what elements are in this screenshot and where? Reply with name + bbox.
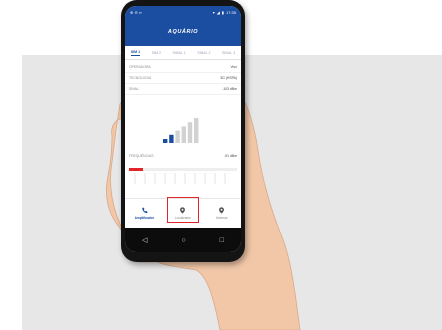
back-icon[interactable]: ◁ [142, 237, 147, 244]
row-label: TECNOLOGIA [129, 76, 152, 80]
status-time: 17:35 [225, 9, 236, 15]
row-value: -103 dBm [222, 87, 237, 91]
signal-bar [175, 130, 180, 143]
tab-sinal-1[interactable]: SINAL 1 [172, 51, 185, 55]
info-row-operator: OPERADORA Vivo [125, 62, 241, 73]
row-label: SINAL [129, 87, 139, 91]
spectrum-track [129, 168, 237, 171]
tab-sinal-3[interactable]: SINAL 3 [222, 51, 235, 55]
row-value: 3G (HSPA) [220, 76, 237, 80]
status-left-icons: ⊕ ⊖ ∞ [130, 9, 142, 15]
status-bar: ⊕ ⊖ ∞ ▾ ◢ ▮ 17:35 [125, 6, 241, 18]
status-right: ▾ ◢ ▮ 17:35 [213, 10, 236, 15]
home-icon[interactable]: ○ [181, 237, 185, 244]
nav-label: Amplificador [134, 216, 155, 220]
app-logo: AQUÁRIO [167, 29, 199, 35]
signal-icon: ◢ [216, 9, 220, 15]
signal-bar [194, 118, 199, 143]
spectrum-marker [129, 168, 143, 171]
tab-sim-2[interactable]: SIM 2 [152, 51, 161, 55]
signal-bar [187, 122, 193, 143]
tab-bar: SIM 1 SIM 2 SINAL 1 SINAL 2 SINAL 3 [125, 46, 241, 60]
highlight-box [167, 197, 199, 223]
recents-icon[interactable]: □ [220, 237, 224, 244]
nav-amplificador[interactable]: Amplificador [127, 207, 161, 220]
system-navigation-bar: ◁ ○ □ [125, 228, 241, 252]
spectrum-ticks [134, 173, 226, 184]
row-label: FREQUÊNCIAS [129, 153, 154, 158]
info-row-technology: TECNOLOGIA 3G (HSPA) [125, 73, 241, 84]
info-row-signal: SINAL -103 dBm [125, 84, 241, 95]
location-pin-icon [219, 207, 225, 214]
tab-sinal-2[interactable]: SINAL 2 [197, 51, 210, 55]
signal-bar [169, 134, 174, 143]
signal-strength-bars [161, 114, 201, 144]
tab-sim-1[interactable]: SIM 1 [130, 50, 141, 56]
phone-icon [142, 207, 148, 214]
signal-bar [163, 139, 168, 143]
signal-bar [181, 126, 186, 143]
wifi-icon: ▾ [212, 9, 215, 15]
frequency-spectrum [129, 164, 237, 188]
row-value: -91 dBm [224, 153, 237, 158]
battery-icon: ▮ [221, 9, 224, 15]
row-value: Vivo [230, 65, 237, 69]
nav-label: Antenas [215, 216, 228, 220]
nav-antenas[interactable]: Antenas [205, 207, 239, 220]
row-label: OPERADORA [129, 65, 151, 69]
frequency-row: FREQUÊNCIAS -91 dBm [125, 150, 241, 161]
app-bar: AQUÁRIO [125, 18, 241, 46]
